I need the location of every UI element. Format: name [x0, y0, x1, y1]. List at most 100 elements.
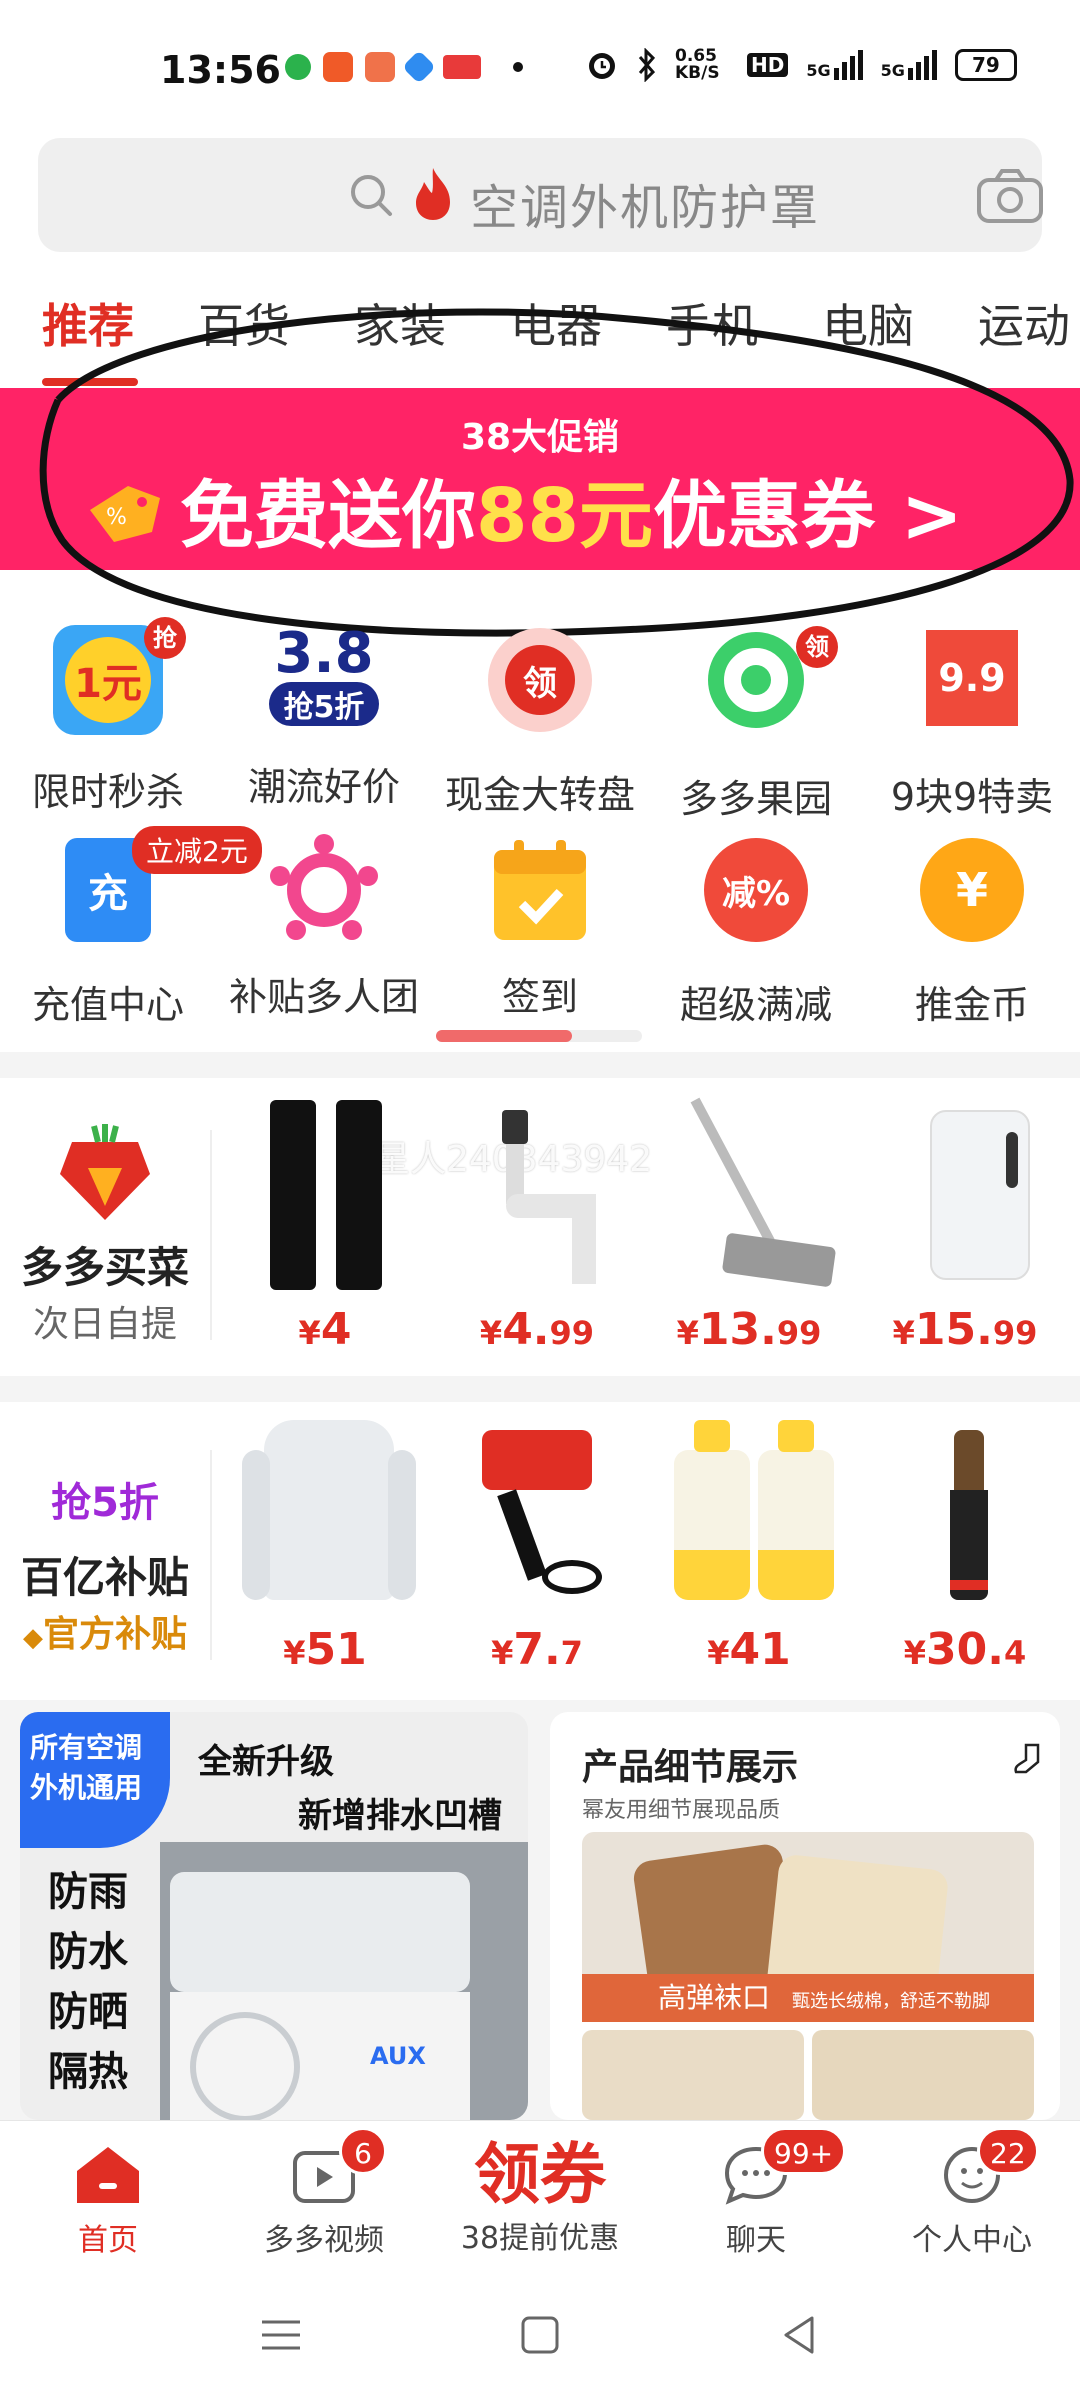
grocery-entry[interactable]: 多多买菜 次日自提 — [0, 1090, 210, 1380]
grid-orchard[interactable]: 领 多多果园 — [648, 620, 864, 823]
product-item[interactable]: ¥4 — [220, 1090, 430, 1380]
carrot-icon — [60, 1124, 150, 1220]
bluetooth-icon — [638, 48, 656, 82]
notification-icons — [285, 50, 523, 84]
tab-recommend[interactable]: 推荐 — [42, 290, 134, 356]
status-time: 13:56 — [160, 48, 281, 92]
video-badge: 6 — [339, 2127, 387, 2175]
tab-computers[interactable]: 电脑 — [822, 290, 914, 356]
claim-badge: 领 — [796, 626, 838, 668]
compatibility-tag: 所有空调外机通用 — [20, 1712, 170, 1848]
grid-flash-sale[interactable]: 1元 抢 限时秒杀 — [0, 617, 216, 816]
product-item[interactable]: ¥13.99 — [644, 1090, 854, 1380]
section-divider — [0, 1052, 1080, 1078]
alarm-icon — [589, 53, 615, 79]
flash-sale-icon: 1元 抢 — [48, 617, 186, 745]
home-icon — [73, 2143, 143, 2207]
menu-icon[interactable] — [256, 2310, 306, 2360]
product-image-phone-holder — [442, 1410, 632, 1610]
product-item[interactable]: ¥30.4 — [860, 1410, 1070, 1700]
bottom-navigation: 首页 6 多多视频 领券 38提前优惠 99+ 聊天 22 个人中心 — [0, 2120, 1080, 2270]
vertical-divider — [210, 1450, 212, 1660]
grid-recharge[interactable]: 充 立减2元 充值中心 — [0, 826, 262, 1029]
battery-indicator: 79 — [954, 49, 1017, 81]
category-tabs: 推荐 百货 家装 电器 手机 电脑 运动 — [0, 290, 1080, 380]
nav-profile[interactable]: 22 个人中心 — [864, 2121, 1080, 2271]
subsidy-entry[interactable]: 抢5折 百亿补贴 ◆官方补贴 — [0, 1410, 210, 1700]
product-item[interactable]: ¥15.99 — [860, 1090, 1070, 1380]
card-subtitle: 幂友用细节展现品质 — [582, 1798, 781, 1823]
search-icon — [351, 175, 392, 216]
subsidy-row[interactable]: 抢5折 百亿补贴 ◆官方补贴 ¥51 ¥7.7 ¥41 ¥30.4 — [0, 1410, 1080, 1700]
calendar-checkin-icon — [480, 830, 600, 950]
feature-list: 防雨 防水 防晒 隔热 — [48, 1869, 128, 2095]
drain-groove-headline: 新增排水凹槽 — [298, 1796, 502, 1836]
video-icon: 6 — [289, 2127, 387, 2207]
product-item[interactable]: ¥41 — [644, 1410, 854, 1700]
orchard-icon: 领 — [696, 626, 838, 752]
nav-coupon[interactable]: 领券 38提前优惠 — [432, 2121, 648, 2271]
upgrade-headline: 全新升级 — [198, 1742, 334, 1782]
search-bar[interactable]: 空调外机防护罩 — [38, 138, 1044, 252]
grid-push-coin[interactable]: ¥ 推金币 — [864, 830, 1080, 1029]
ac-brand: AUX — [370, 2042, 426, 2070]
status-bar: 13:56 0.65 KB/S HD 5G 5G 79 — [0, 0, 1080, 130]
tab-general-goods[interactable]: 百货 — [198, 290, 290, 356]
nav-chat[interactable]: 99+ 聊天 — [648, 2121, 864, 2271]
tab-appliances[interactable]: 电器 — [510, 290, 602, 356]
chat-icon: 99+ — [721, 2127, 847, 2207]
socks-detail-photo — [582, 2030, 804, 2120]
grid-super-discount[interactable]: 减% 超级满减 — [648, 830, 864, 1029]
product-price: ¥41 — [707, 1624, 791, 1675]
search-placeholder: 空调外机防护罩 — [470, 180, 821, 236]
tab-sports[interactable]: 运动 — [978, 290, 1070, 356]
chat-badge: 99+ — [761, 2127, 847, 2175]
99-special-icon: 9.9 — [912, 630, 1032, 750]
camera-icon[interactable] — [976, 168, 1044, 224]
product-image-mop — [654, 1090, 844, 1290]
product-item[interactable]: ¥51 — [220, 1410, 430, 1700]
ac-cover-photo: AUX — [160, 1842, 528, 2120]
product-price: ¥4 — [298, 1304, 352, 1355]
grid-group-buy[interactable]: 补贴多人团 — [216, 830, 432, 1021]
product-price: ¥15.99 — [892, 1304, 1038, 1355]
tab-phones[interactable]: 手机 — [666, 290, 758, 356]
grid-checkin[interactable]: 签到 — [432, 830, 648, 1021]
socks-detail-photo — [812, 2030, 1034, 2120]
app-notification-icon — [365, 52, 395, 82]
coin-icon: ¥ — [912, 838, 1032, 958]
grid-cash-wheel[interactable]: 领 现金大转盘 — [432, 620, 648, 819]
tab-home-decor[interactable]: 家装 — [354, 290, 446, 356]
grocery-row[interactable]: 多多买菜 次日自提 曼星人240343942 ¥4 ¥4.99 ¥13.99 ¥… — [0, 1090, 1080, 1380]
product-price: ¥7.7 — [491, 1624, 583, 1675]
back-icon[interactable] — [774, 2310, 824, 2360]
more-notifications-dot — [513, 62, 523, 72]
nav-video[interactable]: 6 多多视频 — [216, 2121, 432, 2271]
hot-flame-icon — [416, 168, 450, 220]
profile-badge: 22 — [977, 2127, 1039, 2175]
diamond-icon: ◆ — [22, 1623, 43, 1653]
grid-99-special[interactable]: 9.9 9块9特卖 — [864, 620, 1080, 821]
nav-home[interactable]: 首页 — [0, 2121, 216, 2271]
grid-page-indicator — [436, 1030, 642, 1042]
recharge-icon: 充 立减2元 — [48, 826, 262, 958]
feature-strip: 高弹袜口 甄选长绒棉，舒适不勒脚 — [582, 1974, 1034, 2022]
product-price: ¥51 — [283, 1624, 367, 1675]
product-item[interactable]: ¥7.7 — [432, 1410, 642, 1700]
feed-card-ac-cover[interactable]: AUX 所有空调外机通用 全新升级 新增排水凹槽 防雨 防水 防晒 隔热 — [20, 1712, 528, 2120]
product-image-biore-foam — [654, 1410, 844, 1610]
network-speed: 0.65 KB/S — [675, 46, 720, 83]
home-square-icon[interactable] — [515, 2310, 565, 2360]
hd-indicator: HD — [747, 53, 789, 77]
product-image-jacket — [230, 1410, 420, 1610]
product-item[interactable]: ¥4.99 — [432, 1090, 642, 1380]
card-title: 产品细节展示 — [582, 1747, 799, 1788]
grid-trend-deals[interactable]: 3.8 抢5折 潮流好价 — [216, 620, 432, 811]
coupon-tag-icon: % — [90, 486, 160, 542]
feed-card-socks[interactable]: 产品细节展示 幂友用细节展现品质 高弹袜口 甄选长绒棉，舒适不勒脚 — [550, 1712, 1060, 2120]
grab-badge: 抢 — [144, 617, 186, 659]
app-notification-icon — [323, 52, 353, 82]
half-price-tag: 抢5折 — [51, 1480, 159, 1526]
super-discount-icon: 减% — [696, 838, 816, 958]
promo-banner[interactable]: 38大促销 % 免费送你88元优惠券 > — [0, 388, 1080, 570]
